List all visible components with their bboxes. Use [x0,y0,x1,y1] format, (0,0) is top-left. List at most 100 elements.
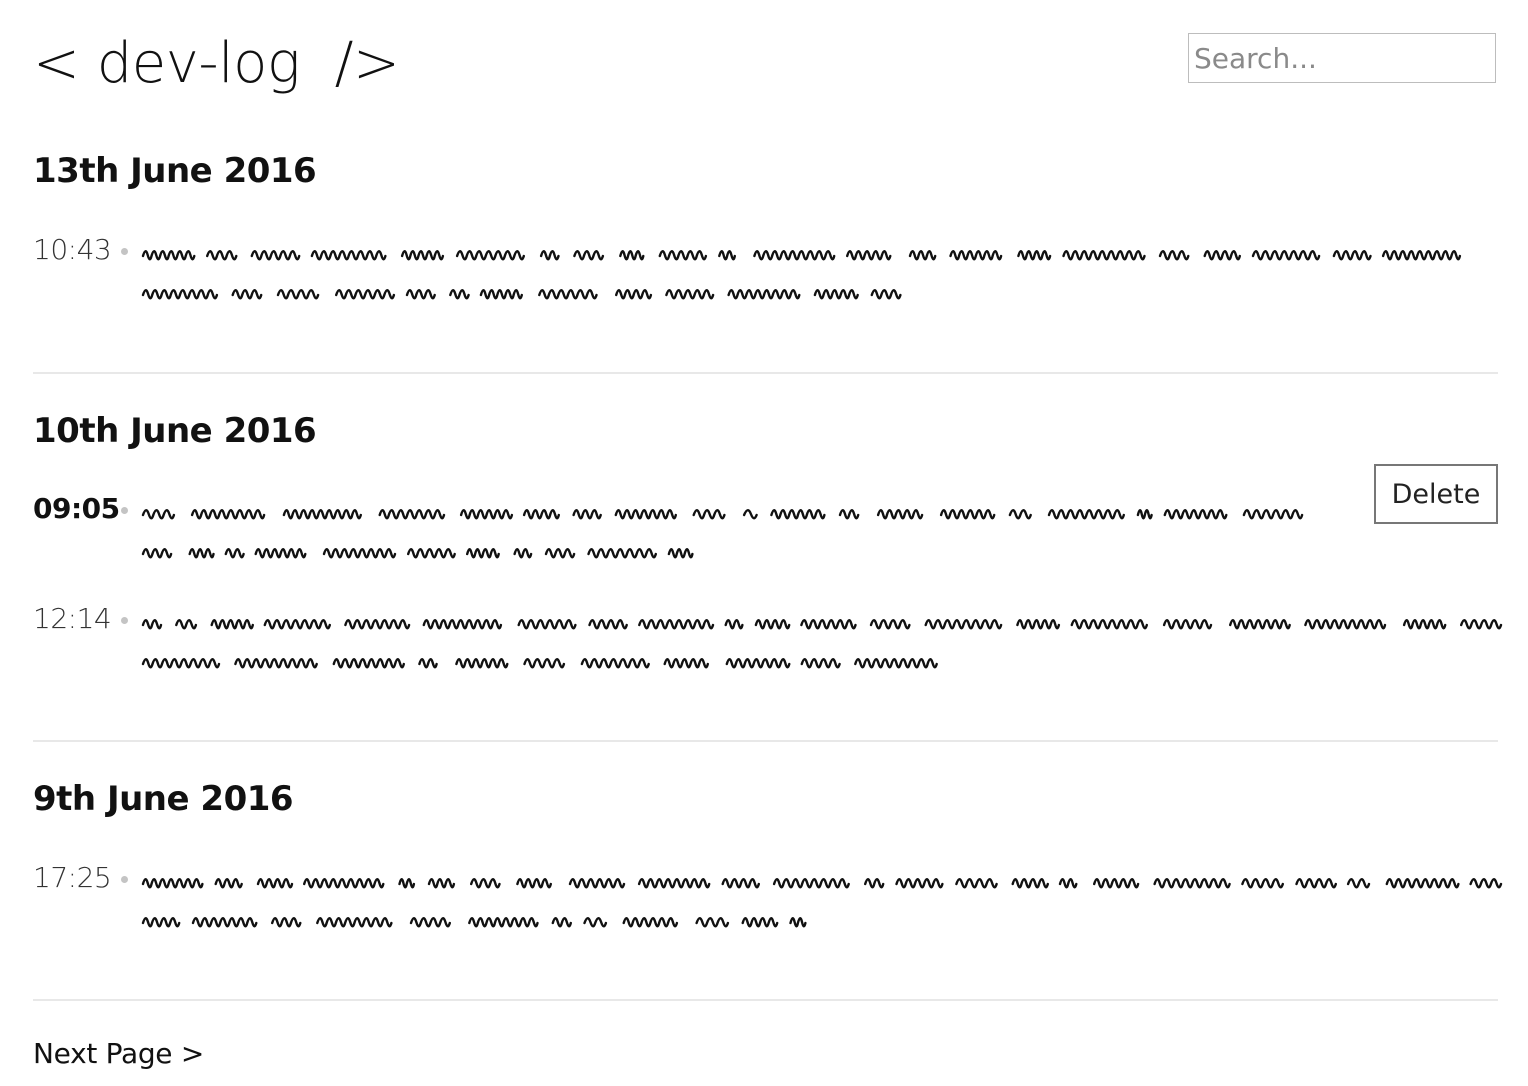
scribble-word [1093,878,1140,889]
scribble-word [522,509,560,520]
bullet-dot [121,507,128,514]
scribble-word [622,917,679,928]
scribble-word [568,878,626,889]
scribble-word [206,250,238,261]
scribble-word [517,619,577,630]
scribble-word [141,289,219,300]
scribble-word [588,619,628,630]
scribble-word [846,250,892,261]
scribble-word [310,250,387,261]
scribble-word [256,878,294,889]
entry-time: 17:25 [33,861,112,894]
scribble-word [1016,619,1061,630]
scribble-word [479,289,523,300]
divider [33,999,1498,1001]
scribble-word [1058,878,1078,889]
entry-time: 10:43 [33,233,112,266]
search-input[interactable] [1188,33,1496,83]
scribble-word [1304,619,1387,630]
scribble-word [224,548,245,559]
scribble-word [772,878,850,889]
scribble-word [587,548,657,559]
scribble-word [523,658,566,669]
site-title: < dev-log /> [33,31,400,96]
scribble-word [721,878,760,889]
scribble-word [190,509,266,520]
scribble-word [1153,878,1231,889]
scribble-word [538,289,598,300]
scribble-word [1332,250,1372,261]
scribble-word [141,250,196,261]
scribble-word [378,509,446,520]
scribble-word [400,250,445,261]
scribble-word [895,878,944,889]
scribble-word [544,548,576,559]
scribble-word [854,658,938,669]
scribble-word [580,658,650,669]
scribble-word [516,878,552,889]
scribble-word [141,658,221,669]
scribble-word [141,878,204,889]
scribble-word [1070,619,1148,630]
scribble-word [838,509,860,520]
scribble-word [770,509,826,520]
scribble-word [800,658,841,669]
scribble-word [955,878,998,889]
scribble-word [214,878,243,889]
scribble-word [282,509,362,520]
scribble-word [1203,250,1241,261]
scribble-word [231,289,263,300]
scribble-word [409,917,451,928]
scribble-word [864,878,885,889]
scribble-word [551,917,572,928]
scribble-word [1295,878,1337,889]
scribble-word [1162,619,1213,630]
redacted-entry-text [141,878,1503,928]
scribble-word [692,509,726,520]
scribble-word [1346,878,1371,889]
scribble-word [695,917,730,928]
scribble-word [1017,250,1052,261]
day-heading: 10th June 2016 [33,411,317,451]
scribble-word [1062,250,1146,261]
scribble-word [271,917,302,928]
scribble-word [1381,250,1462,261]
delete-button[interactable]: Delete [1374,464,1498,524]
scribble-word [869,619,911,630]
scribble-word [407,548,456,559]
scribble-word [344,619,411,630]
scribble-word [741,917,779,928]
scribble-word [1136,509,1153,520]
scribble-word [1402,619,1447,630]
scribble-word [405,289,436,300]
scribble-word [276,289,320,300]
scribble-word [513,548,533,559]
scribble-word [583,917,608,928]
scribble-word [175,619,198,630]
scribble-word [335,289,396,300]
scribble-word [316,917,393,928]
redacted-entry-text [141,619,1503,669]
scribble-word [658,250,708,261]
scribble-word [637,878,711,889]
next-page-link[interactable]: Next Page > [33,1040,204,1068]
scribble-word [1229,619,1291,630]
scribble-word [455,658,509,669]
scribble-word [753,250,836,261]
scribble-word [1241,878,1284,889]
scribble-word [418,658,438,669]
scribble-word [789,917,807,928]
scribble-word [924,619,1003,630]
divider [33,740,1498,742]
scribble-word [191,917,258,928]
scribble-word [188,548,215,559]
entry-time: 09:05 [33,492,120,525]
scribble-word [539,250,560,261]
divider [33,372,1498,374]
scribble-word [470,878,501,889]
day-heading: 9th June 2016 [33,779,294,819]
scribble-word [573,250,605,261]
scribble-word [466,548,500,559]
scribble-word [718,250,736,261]
scribble-word [663,658,709,669]
